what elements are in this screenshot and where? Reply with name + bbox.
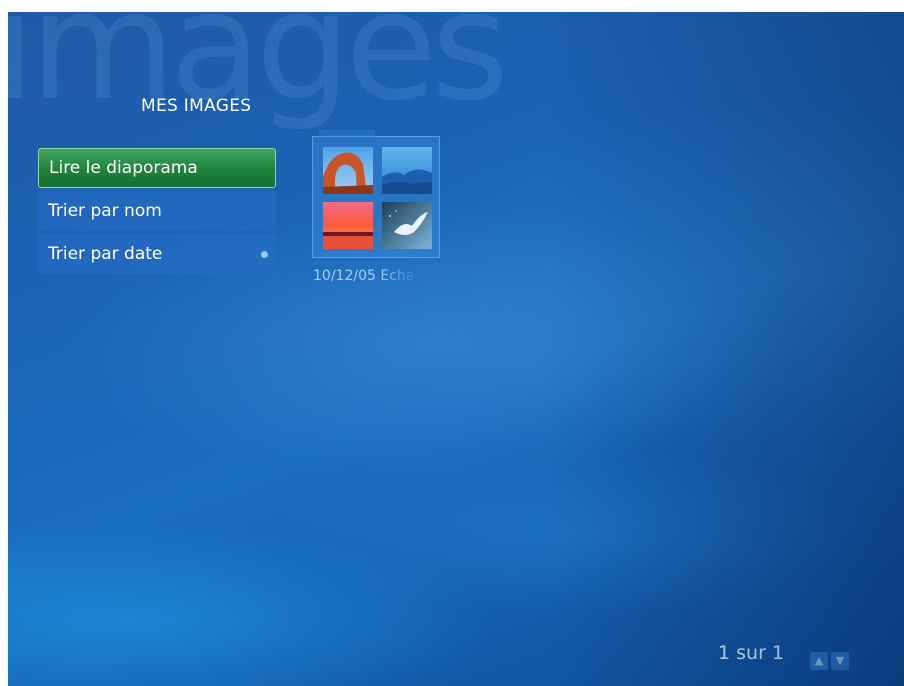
menu-item-label: Trier par nom: [48, 201, 162, 221]
thumbnail-arch: [323, 147, 373, 194]
folder-caption: 10/12/05 Écha: [313, 268, 443, 284]
thumbnail-bird: [382, 202, 432, 249]
picture-folder-tile[interactable]: [312, 130, 440, 258]
folder-name: Écha: [380, 268, 415, 284]
sort-by-date-button[interactable]: Trier par date: [38, 234, 276, 274]
thumbnail-sunset: [323, 202, 373, 249]
chevron-down-icon[interactable]: ▼: [831, 652, 849, 670]
sort-by-name-button[interactable]: Trier par nom: [38, 191, 276, 231]
media-center-screen: images MES IMAGES Lire le diaporama Trie…: [8, 12, 904, 686]
active-sort-indicator: [261, 251, 268, 258]
folder-date: 10/12/05: [313, 268, 376, 284]
play-slideshow-button[interactable]: Lire le diaporama: [38, 148, 276, 188]
menu-item-label: Lire le diaporama: [49, 158, 198, 178]
chevron-up-icon[interactable]: ▲: [810, 652, 828, 670]
side-menu: Lire le diaporama Trier par nom Trier pa…: [38, 148, 276, 277]
menu-item-label: Trier par date: [48, 244, 163, 264]
page-counter: 1 sur 1: [718, 642, 785, 664]
page-title: MES IMAGES: [141, 96, 252, 116]
thumbnail-mountains: [382, 147, 432, 194]
folder-tab: [319, 130, 375, 137]
section-watermark: images: [8, 12, 509, 134]
